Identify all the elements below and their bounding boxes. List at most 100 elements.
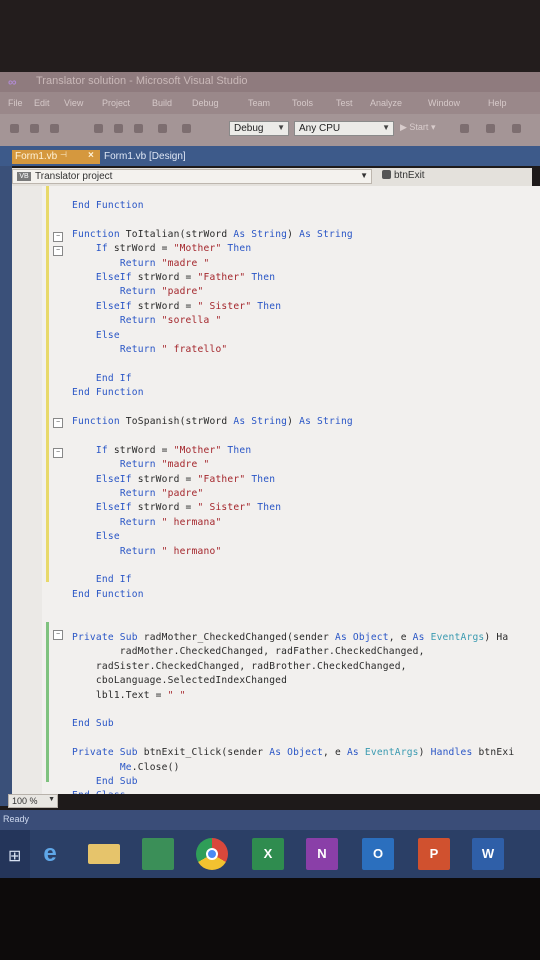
menu-team[interactable]: Team — [248, 98, 270, 108]
code-line[interactable]: End Sub — [72, 776, 138, 787]
zoom-value: 100 % — [12, 796, 38, 806]
collapse-icon[interactable]: − — [53, 418, 63, 428]
code-line[interactable]: Private Sub radMother_CheckedChanged(sen… — [72, 632, 508, 643]
zoom-level-dropdown[interactable]: 100 % ▼ — [8, 794, 58, 808]
code-line[interactable]: ElseIf strWord = " Sister" Then — [72, 301, 281, 312]
menu-edit[interactable]: Edit — [34, 98, 50, 108]
project-dropdown[interactable]: VB Translator project ▼ — [12, 169, 372, 184]
pin-icon[interactable]: ⊣ — [60, 150, 67, 159]
code-line[interactable]: End Function — [72, 387, 144, 398]
code-line[interactable]: Else — [72, 330, 120, 341]
code-line[interactable]: Return " hermana" — [72, 517, 221, 528]
monitor-bezel-top — [0, 0, 540, 72]
member-dropdown[interactable]: btnExit — [382, 170, 425, 181]
save-icon[interactable] — [114, 124, 123, 133]
menu-analyze[interactable]: Analyze — [370, 98, 402, 108]
status-bar: Ready — [0, 810, 540, 830]
solution-platform-value: Any CPU — [299, 123, 341, 134]
code-line[interactable]: Function ToSpanish(strWord As String) As… — [72, 416, 353, 427]
internet-explorer-icon[interactable]: e — [34, 838, 66, 870]
code-line[interactable]: lbl1.Text = " " — [72, 690, 186, 701]
code-line[interactable]: Return " hermano" — [72, 546, 221, 557]
collapse-icon[interactable]: − — [53, 630, 63, 640]
menu-test[interactable]: Test — [336, 98, 353, 108]
tools-icon[interactable] — [512, 124, 521, 133]
menu-window[interactable]: Window — [428, 98, 460, 108]
code-editor[interactable]: − − − − − End Function Function ToItalian… — [12, 186, 540, 794]
chevron-down-icon: ▼ — [360, 171, 368, 180]
code-line[interactable]: Function ToItalian(strWord As String) As… — [72, 229, 353, 240]
chevron-down-icon: ▼ — [48, 796, 55, 803]
server-explorer-side-strip[interactable] — [0, 146, 12, 806]
code-line[interactable]: Me.Close() — [72, 762, 180, 773]
file-explorer-icon[interactable] — [88, 844, 120, 864]
code-line[interactable]: End Class — [72, 790, 126, 794]
forward-icon[interactable] — [30, 124, 39, 133]
member-name: btnExit — [394, 170, 425, 181]
save-all-icon[interactable] — [134, 124, 143, 133]
solution-platform-dropdown[interactable]: Any CPU ▼ — [294, 121, 394, 136]
project-name: Translator project — [35, 171, 113, 182]
collapse-icon[interactable]: − — [53, 448, 63, 458]
code-line[interactable]: End Function — [72, 589, 144, 600]
redo-icon[interactable] — [182, 124, 191, 133]
close-icon[interactable]: × — [88, 150, 94, 161]
tab-form1-vb[interactable]: Form1.vb ⊣ × — [12, 150, 100, 164]
code-line[interactable]: If strWord = "Mother" Then — [72, 445, 251, 456]
code-line[interactable]: End If — [72, 574, 132, 585]
code-line[interactable]: Return " fratello" — [72, 344, 227, 355]
code-line[interactable]: Return "madre " — [72, 459, 209, 470]
menu-help[interactable]: Help — [488, 98, 507, 108]
undo-icon[interactable] — [158, 124, 167, 133]
code-line[interactable]: End Function — [72, 200, 144, 211]
find-icon[interactable] — [486, 124, 495, 133]
code-line[interactable]: Return "madre " — [72, 258, 209, 269]
start-button[interactable]: ⊞ — [0, 830, 30, 878]
code-line[interactable]: Return "padre" — [72, 488, 204, 499]
onenote-icon[interactable]: N — [306, 838, 338, 870]
status-text: Ready — [3, 814, 30, 824]
code-line[interactable]: End Sub — [72, 718, 114, 729]
tab-form1-design[interactable]: Form1.vb [Design] — [104, 151, 186, 162]
collapse-icon[interactable]: − — [53, 232, 63, 242]
menu-debug[interactable]: Debug — [192, 98, 219, 108]
code-line[interactable]: Return "padre" — [72, 286, 204, 297]
tab-label: Form1.vb — [15, 151, 58, 162]
code-line[interactable]: ElseIf strWord = " Sister" Then — [72, 502, 281, 513]
monitor-bezel-bottom — [0, 878, 540, 960]
code-line[interactable]: End If — [72, 373, 132, 384]
word-icon[interactable]: W — [472, 838, 504, 870]
code-line[interactable]: radSister.CheckedChanged, radBrother.Che… — [72, 661, 407, 672]
start-label: Start — [409, 122, 429, 132]
new-project-icon[interactable] — [94, 124, 103, 133]
menu-project[interactable]: Project — [102, 98, 130, 108]
windows-logo-icon: ⊞ — [8, 848, 22, 865]
outlook-icon[interactable]: O — [362, 838, 394, 870]
solution-configuration-value: Debug — [234, 123, 264, 134]
back-icon[interactable] — [10, 124, 19, 133]
attach-icon[interactable] — [460, 124, 469, 133]
code-line[interactable]: cboLanguage.SelectedIndexChanged — [72, 675, 287, 686]
code-line[interactable]: radMother.CheckedChanged, radFather.Chec… — [72, 646, 425, 657]
collapse-icon[interactable]: − — [53, 246, 63, 256]
solution-explorer-icon[interactable] — [50, 124, 59, 133]
menu-view[interactable]: View — [64, 98, 83, 108]
menu-file[interactable]: File — [8, 98, 23, 108]
solution-configuration-dropdown[interactable]: Debug ▼ — [229, 121, 289, 136]
editor-margin — [12, 186, 42, 794]
visual-studio-logo-icon: ∞ — [8, 75, 17, 89]
code-line[interactable]: Private Sub btnExit_Click(sender As Obje… — [72, 747, 514, 758]
excel-icon[interactable]: X — [252, 838, 284, 870]
code-line[interactable]: Return "sorella " — [72, 315, 221, 326]
chrome-icon[interactable] — [196, 838, 228, 870]
powerpoint-icon[interactable]: P — [418, 838, 450, 870]
code-line[interactable]: If strWord = "Mother" Then — [72, 243, 251, 254]
menu-build[interactable]: Build — [152, 98, 172, 108]
store-icon[interactable] — [142, 838, 174, 870]
menu-tools[interactable]: Tools — [292, 98, 313, 108]
start-debugging-button[interactable]: ▶ Start ▾ — [400, 122, 435, 133]
code-line[interactable]: ElseIf strWord = "Father" Then — [72, 272, 275, 283]
changed-lines-indicator — [46, 186, 49, 582]
code-line[interactable]: Else — [72, 531, 120, 542]
code-line[interactable]: ElseIf strWord = "Father" Then — [72, 474, 275, 485]
